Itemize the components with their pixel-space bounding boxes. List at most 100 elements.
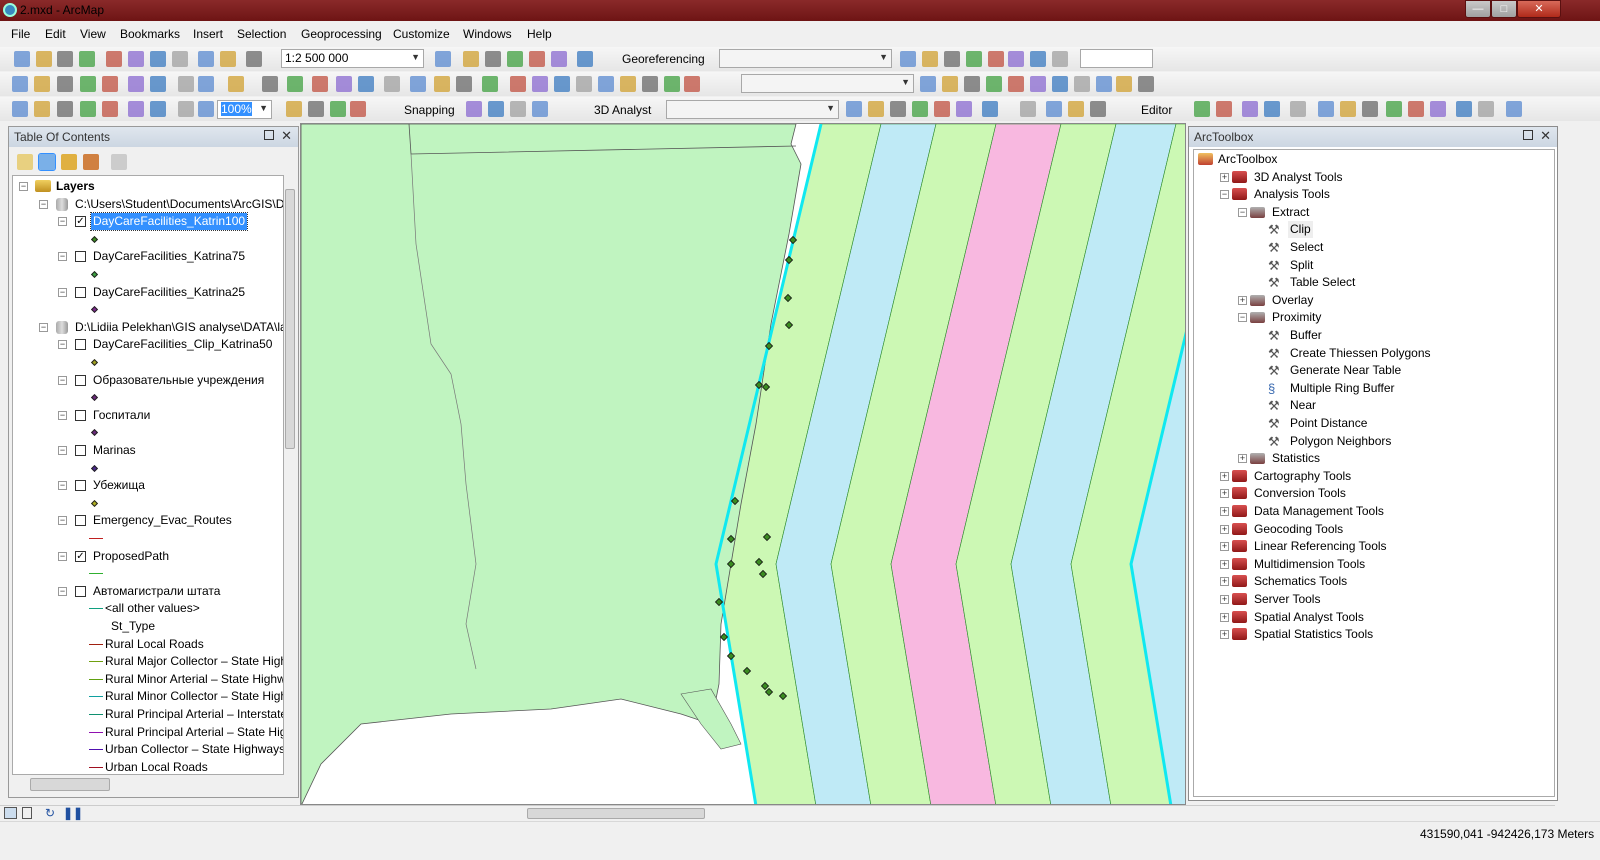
tool-7-icon[interactable] [664, 76, 680, 92]
layer-name[interactable]: Образовательные учреждения [91, 372, 266, 389]
ed-1-icon[interactable] [1194, 101, 1210, 117]
toc-item[interactable]: − ✓ ProposedPath [13, 548, 283, 565]
3d-1-icon[interactable] [846, 101, 862, 117]
sa-3-icon[interactable] [964, 76, 980, 92]
focus-frame-icon[interactable] [308, 101, 324, 117]
layer-visibility-checkbox[interactable] [75, 480, 86, 492]
l-forward-icon[interactable] [198, 101, 214, 117]
menu-view[interactable]: View [80, 27, 106, 41]
change-layout-icon[interactable] [330, 101, 346, 117]
modelbuilder-icon[interactable] [577, 51, 593, 67]
toolbox-item[interactable]: ArcToolbox [1194, 151, 1554, 168]
menu-file[interactable]: File [11, 27, 30, 41]
refresh-icon[interactable]: ↻ [45, 806, 55, 820]
3d-layer-combo[interactable]: ▼ [666, 100, 839, 119]
georef-4-icon[interactable] [966, 51, 982, 67]
sa-4-icon[interactable] [986, 76, 1002, 92]
html-popup-icon[interactable] [358, 76, 374, 92]
list-by-drawing-order-icon[interactable] [17, 154, 33, 170]
3d-5-icon[interactable] [934, 101, 950, 117]
collapse-icon[interactable]: − [58, 252, 67, 262]
toc-horizontal-scrollbar[interactable] [12, 777, 284, 792]
sa-5-icon[interactable] [1008, 76, 1024, 92]
options-icon[interactable] [111, 154, 127, 170]
toc-item[interactable]: − Автомагистрали штата [13, 583, 283, 600]
ed-5-icon[interactable] [1290, 101, 1306, 117]
toc-item[interactable]: − Emergency_Evac_Routes [13, 512, 283, 529]
find-route-icon[interactable] [434, 76, 450, 92]
layer-visibility-checkbox[interactable] [75, 339, 86, 351]
collapse-icon[interactable]: − [58, 481, 67, 491]
layer-name[interactable]: ProposedPath [91, 548, 171, 565]
map-horizontal-scrollbar-thumb[interactable] [527, 808, 705, 819]
scrollbar-thumb[interactable] [30, 778, 110, 791]
tool-2-icon[interactable] [554, 76, 570, 92]
tool-1-icon[interactable] [532, 76, 548, 92]
open-icon[interactable] [36, 51, 52, 67]
toc-item[interactable]: − Убежища [13, 477, 283, 494]
collapse-icon[interactable]: − [58, 410, 67, 420]
3d-7-icon[interactable] [982, 101, 998, 117]
expand-icon[interactable]: + [1220, 172, 1229, 182]
toolbox-item[interactable]: ⚒ Polygon Neighbors [1194, 433, 1554, 450]
python-icon[interactable] [551, 51, 567, 67]
create-viewer-icon[interactable] [510, 76, 526, 92]
layer-name[interactable]: Убежища [91, 477, 147, 494]
ed-14-icon[interactable] [1506, 101, 1522, 117]
l-fixed-in-icon[interactable] [128, 101, 144, 117]
layer-visibility-checkbox[interactable] [75, 286, 86, 298]
expand-icon[interactable]: + [1220, 542, 1229, 552]
find-icon[interactable] [410, 76, 426, 92]
collapse-icon[interactable]: − [1220, 190, 1229, 200]
arcglobe-icon[interactable] [1020, 101, 1036, 117]
map-scale-combo[interactable]: 1:2 500 000 ▼ [281, 49, 424, 68]
toolbox-item[interactable]: + Linear Referencing Tools [1194, 538, 1554, 555]
ed-8-icon[interactable] [1362, 101, 1378, 117]
toc-item[interactable]: − DayCareFacilities_Katrina25 [13, 284, 283, 301]
pause-drawing-icon[interactable]: ❚❚ [63, 806, 83, 820]
toolbox-item[interactable]: ⚒ Clip [1194, 221, 1554, 239]
zoom-out-icon[interactable] [34, 76, 50, 92]
collapse-icon[interactable]: − [19, 182, 28, 191]
georef-5-icon[interactable] [988, 51, 1004, 67]
undo-icon[interactable] [198, 51, 214, 67]
minimize-button[interactable]: — [1465, 0, 1491, 18]
map-canvas[interactable] [301, 124, 1186, 805]
close-panel-icon[interactable]: ✕ [1540, 128, 1551, 144]
layer-visibility-checkbox[interactable] [75, 515, 86, 527]
snapping-menu[interactable]: Snapping [404, 103, 455, 117]
georef-3-icon[interactable] [944, 51, 960, 67]
select-features-icon[interactable] [228, 76, 244, 92]
layer-name[interactable]: Marinas [91, 442, 138, 459]
sa-2-icon[interactable] [942, 76, 958, 92]
sa-1-icon[interactable] [920, 76, 936, 92]
toc-item[interactable]: − Marinas [13, 442, 283, 459]
close-button[interactable]: ✕ [1517, 0, 1561, 18]
l-100-icon[interactable] [102, 101, 118, 117]
toc-item[interactable]: − Образовательные учреждения [13, 372, 283, 389]
toc-item[interactable]: − DayCareFacilities_Clip_Katrina50 [13, 336, 283, 353]
menu-selection[interactable]: Selection [237, 27, 286, 41]
georef-6-icon[interactable] [1008, 51, 1024, 67]
toc-item[interactable]: − DayCareFacilities_Katrina75 [13, 248, 283, 265]
menu-edit[interactable]: Edit [45, 27, 66, 41]
collapse-icon[interactable]: − [39, 199, 48, 209]
georef-input[interactable] [1080, 49, 1153, 68]
expand-icon[interactable]: + [1220, 489, 1229, 499]
fixed-zoom-out-icon[interactable] [150, 76, 166, 92]
menu-geoprocessing[interactable]: Geoprocessing [301, 27, 382, 41]
sa-7-icon[interactable] [1052, 76, 1068, 92]
georef-layer-combo[interactable]: ▼ [719, 49, 892, 68]
toolbox-item[interactable]: ⚒ Create Thiessen Polygons [1194, 345, 1554, 362]
toolbox-item[interactable]: ⚒ Select [1194, 239, 1554, 256]
toolbox-item[interactable]: ⚒ Generate Near Table [1194, 362, 1554, 379]
toc-icon[interactable] [463, 51, 479, 67]
menu-insert[interactable]: Insert [193, 27, 223, 41]
sa-10-icon[interactable] [1116, 76, 1132, 92]
add-data-icon[interactable] [246, 51, 262, 67]
collapse-icon[interactable]: − [58, 375, 67, 385]
expand-icon[interactable]: + [1220, 471, 1229, 481]
toolbox-item[interactable]: + Server Tools [1194, 591, 1554, 608]
layer-name[interactable]: DayCareFacilities_Clip_Katrina50 [91, 336, 274, 353]
tool-8-icon[interactable] [684, 76, 700, 92]
